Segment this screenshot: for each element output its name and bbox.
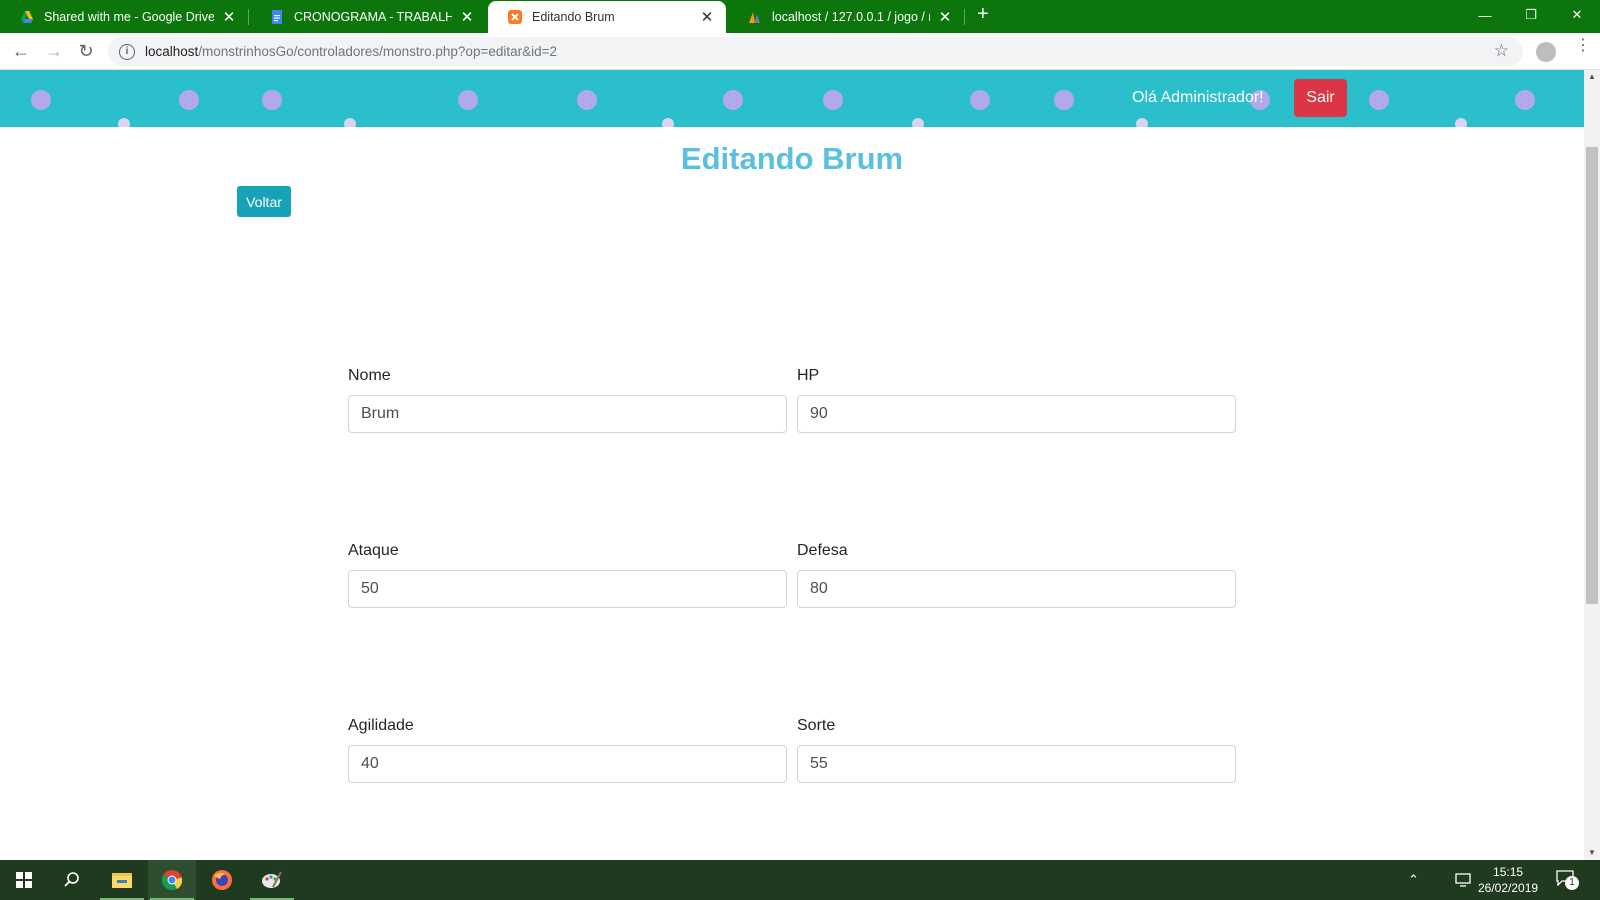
decorative-dot: [662, 118, 674, 127]
site-info-icon[interactable]: i: [119, 43, 135, 60]
new-tab-button[interactable]: +: [977, 3, 989, 26]
file-explorer-icon: [112, 873, 132, 888]
decorative-dot: [577, 90, 597, 110]
taskbar-chrome[interactable]: [148, 860, 196, 900]
scrollbar-thumb[interactable]: [1586, 147, 1598, 604]
tab-title: Editando Brum: [532, 10, 615, 24]
tab-close-icon[interactable]: ✕: [700, 8, 714, 26]
tab-separator: [964, 9, 965, 25]
tab-google-drive[interactable]: Shared with me - Google Drive ✕: [0, 0, 248, 33]
decorative-dot: [262, 90, 282, 110]
forward-button[interactable]: →: [43, 40, 65, 62]
decorative-dot: [970, 90, 990, 110]
decorative-dot: [823, 90, 843, 110]
search-button[interactable]: [48, 860, 96, 900]
decorative-dot: [1369, 90, 1389, 110]
decorative-dot: [1136, 118, 1148, 127]
window-close-button[interactable]: ✕: [1554, 0, 1600, 30]
decorative-dot: [723, 90, 743, 110]
defesa-input[interactable]: [797, 570, 1236, 608]
logout-button[interactable]: Sair: [1294, 79, 1347, 117]
browser-toolbar: ← → ↻ i localhost/monstrinhosGo/controla…: [0, 33, 1600, 70]
page-scrollbar[interactable]: ▲ ▼: [1584, 70, 1600, 860]
decorative-dot: [179, 90, 199, 110]
taskbar-file-explorer[interactable]: [98, 860, 146, 900]
agilidade-label: Agilidade: [348, 717, 414, 734]
minimize-button[interactable]: —: [1462, 0, 1508, 30]
firefox-icon: [212, 870, 232, 890]
restore-button[interactable]: ❐: [1508, 0, 1554, 30]
decorative-dot: [344, 118, 356, 127]
system-clock[interactable]: 15:15 26/02/2019: [1478, 864, 1538, 896]
profile-avatar-icon[interactable]: [1536, 42, 1556, 62]
start-button[interactable]: [0, 860, 48, 900]
tab-separator: [248, 9, 249, 25]
google-drive-icon: [21, 10, 33, 23]
url-host: localhost: [145, 44, 199, 59]
user-greeting: Olá Administrador!: [1132, 89, 1264, 106]
url-path: /monstrinhosGo/controladores/monstro.php…: [198, 44, 558, 59]
sorte-input[interactable]: [797, 745, 1236, 783]
nome-label: Nome: [348, 367, 391, 384]
decorative-dot: [458, 90, 478, 110]
search-icon: [64, 872, 79, 887]
defesa-label: Defesa: [797, 542, 848, 559]
sorte-label: Sorte: [797, 717, 836, 734]
ataque-input[interactable]: [348, 570, 787, 608]
tab-phpmyadmin[interactable]: localhost / 127.0.0.1 / jogo / mon ✕: [728, 0, 964, 33]
show-hidden-icons-icon[interactable]: ⌃: [1408, 872, 1419, 888]
hp-input[interactable]: [797, 395, 1236, 433]
google-docs-icon: [272, 9, 282, 24]
scroll-up-arrow-icon[interactable]: ▲: [1584, 70, 1600, 84]
windows-taskbar: ⌃ 15:15 26/02/2019 1: [0, 860, 1600, 900]
ataque-label: Ataque: [348, 542, 399, 559]
back-link-button[interactable]: Voltar: [237, 186, 291, 217]
tab-title: CRONOGRAMA - TRABALHO PR: [294, 9, 452, 24]
back-button[interactable]: ←: [10, 40, 32, 62]
tab-close-icon[interactable]: ✕: [938, 8, 952, 26]
tab-title: localhost / 127.0.0.1 / jogo / mon: [772, 9, 930, 24]
site-header: Olá Administrador! Sair: [0, 70, 1584, 127]
tab-cronograma[interactable]: CRONOGRAMA - TRABALHO PR ✕: [250, 0, 486, 33]
decorative-dot: [31, 90, 51, 110]
bookmark-star-icon[interactable]: ☆: [1494, 41, 1509, 61]
taskbar-paint[interactable]: [248, 860, 296, 900]
agilidade-input[interactable]: [348, 745, 787, 783]
address-bar[interactable]: i localhost/monstrinhosGo/controladores/…: [108, 37, 1523, 66]
browser-tab-strip: Shared with me - Google Drive ✕ CRONOGRA…: [0, 0, 1600, 33]
paint-icon: [262, 871, 282, 888]
network-icon[interactable]: [1455, 872, 1473, 888]
tab-close-icon[interactable]: ✕: [222, 8, 236, 26]
decorative-dot: [118, 118, 130, 127]
reload-button[interactable]: ↻: [75, 40, 97, 62]
phpmyadmin-icon: [749, 11, 760, 23]
decorative-dot: [1515, 90, 1535, 110]
windows-logo-icon: [16, 872, 32, 888]
tab-close-icon[interactable]: ✕: [460, 8, 474, 26]
page-title: Editando Brum: [680, 141, 904, 176]
xampp-icon: [508, 10, 522, 24]
decorative-dot: [912, 118, 924, 127]
clock-time: 15:15: [1493, 865, 1524, 879]
clock-date: 26/02/2019: [1478, 881, 1539, 895]
chrome-icon: [161, 870, 183, 891]
tab-editando-brum[interactable]: Editando Brum ✕: [488, 1, 726, 33]
decorative-dot: [1455, 118, 1467, 127]
action-center-button[interactable]: 1: [1556, 870, 1579, 890]
hp-label: HP: [797, 367, 820, 384]
taskbar-firefox[interactable]: [198, 860, 246, 900]
notification-count-badge: 1: [1565, 876, 1579, 890]
tab-title: Shared with me - Google Drive: [44, 9, 214, 24]
scroll-down-arrow-icon[interactable]: ▼: [1584, 846, 1600, 860]
decorative-dot: [1054, 90, 1074, 110]
chrome-menu-icon[interactable]: ⋮: [1575, 38, 1591, 54]
nome-input[interactable]: [348, 395, 787, 433]
